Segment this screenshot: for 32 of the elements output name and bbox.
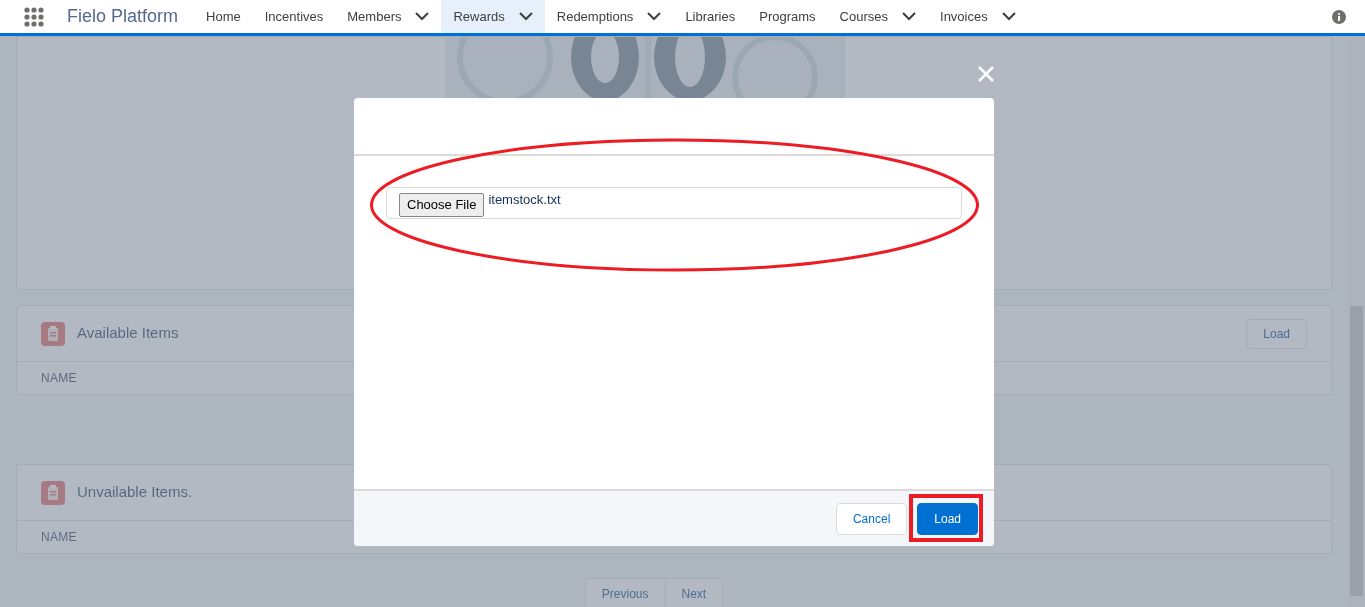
- file-upload-field[interactable]: Choose File itemstock.txt: [386, 187, 962, 219]
- nav-tab-label: Redemptions: [556, 7, 634, 26]
- choose-file-button[interactable]: Choose File: [399, 193, 485, 217]
- cancel-button[interactable]: Cancel: [835, 502, 908, 535]
- nav-tab[interactable]: Incentives: [252, 0, 336, 33]
- nav-tab[interactable]: Rewards: [441, 0, 545, 33]
- nav-tab-label: Libraries: [685, 7, 736, 26]
- column-header: NAME: [41, 370, 77, 387]
- nav-tab-label: Incentives: [264, 7, 324, 26]
- app-name: Fielo Platform: [67, 5, 179, 28]
- clipboard-icon: [41, 480, 65, 505]
- clipboard-icon: [41, 321, 65, 346]
- app-launcher-icon[interactable]: [24, 6, 44, 27]
- nav-tab[interactable]: Redemptions: [544, 0, 674, 33]
- column-header: NAME: [41, 529, 77, 546]
- nav-tab[interactable]: Libraries: [673, 0, 748, 33]
- card-title: Available Items: [77, 323, 179, 344]
- nav-tab[interactable]: Programs: [747, 0, 828, 33]
- nav-tab-label: Invoices: [940, 7, 988, 26]
- nav-tab-label: Rewards: [453, 7, 505, 26]
- info-icon[interactable]: [1332, 9, 1346, 24]
- nav-tab-label: Courses: [839, 7, 888, 26]
- card-title: Unvailable Items.: [77, 482, 193, 503]
- nav-tab-label: Home: [206, 7, 241, 26]
- load-button[interactable]: Load: [917, 502, 978, 535]
- nav-tab-label: Members: [347, 7, 402, 26]
- file-name: itemstock.txt: [488, 191, 561, 209]
- nav-tab-label: Programs: [759, 7, 816, 26]
- nav-tab[interactable]: Invoices: [928, 0, 1028, 33]
- nav-tab[interactable]: Home: [194, 0, 253, 33]
- nav-tab[interactable]: Members: [335, 0, 442, 33]
- nav-tab[interactable]: Courses: [827, 0, 928, 33]
